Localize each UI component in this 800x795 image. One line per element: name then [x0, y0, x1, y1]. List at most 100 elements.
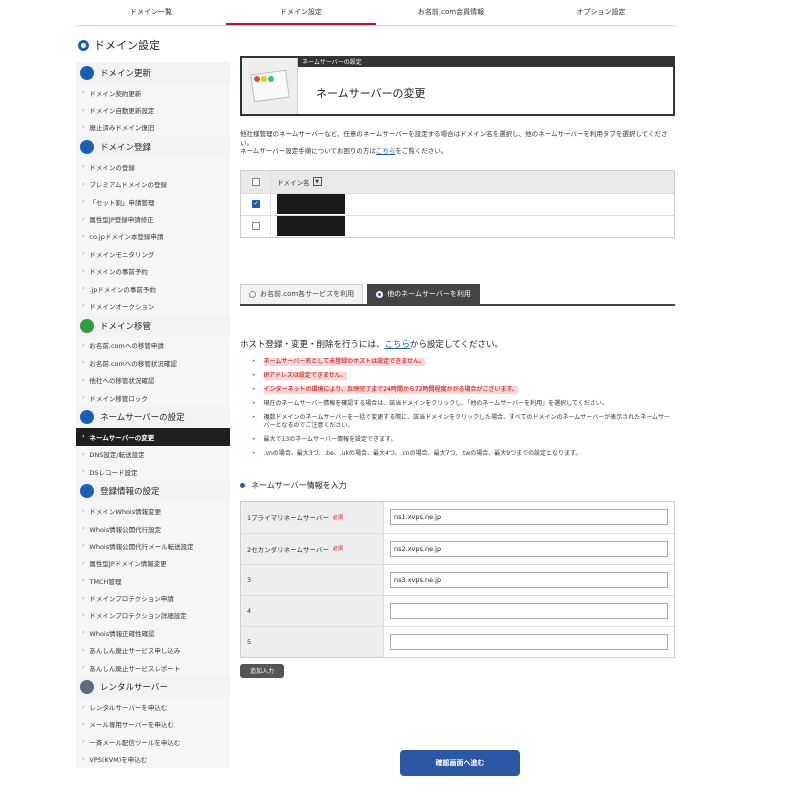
- sidebar-item[interactable]: › ネームサーバーの変更: [76, 428, 230, 446]
- nameserver-row: 2セカンダリネームサーバー 必須: [241, 532, 674, 564]
- sidebar-item[interactable]: › ドメインの事前予約: [76, 262, 230, 280]
- sidebar-group: ドメイン移管 › お名前.comへの移管申請 › お名前.comへの移管状況確認 › 他社へ…: [76, 314, 230, 407]
- table-row[interactable]: [241, 214, 674, 237]
- sidebar-item[interactable]: › メール専用サーバーを申込む: [76, 715, 230, 734]
- chevron-right-icon: ›: [82, 359, 85, 367]
- sidebar-item[interactable]: › お名前.comへの移管申請: [76, 336, 230, 355]
- chevron-right-icon: ›: [82, 123, 85, 131]
- nameserver-input[interactable]: [390, 633, 668, 650]
- table-row[interactable]: [241, 192, 674, 215]
- note-item: • .vnの場合、最大3つ、.be、.ukの場合、最大4つ、.cnの場合、最大7つ…: [252, 449, 582, 457]
- table-header: ドメイン名 ▼: [241, 170, 674, 193]
- nameserver-row: 3: [241, 563, 674, 595]
- sidebar-item[interactable]: › 属性型JP登録申請修正: [76, 210, 230, 228]
- chevron-right-icon: ›: [82, 267, 85, 275]
- chevron-right-icon: ›: [82, 163, 85, 171]
- bullet-icon: •: [252, 449, 256, 457]
- sidebar-item[interactable]: › 一斉メール配信ツールを申込む: [76, 733, 230, 751]
- bullet-icon: •: [252, 399, 256, 407]
- sidebar-item[interactable]: › Whois情報正確性確認: [76, 624, 230, 642]
- sidebar-group-heading: レンタルサーバー: [76, 676, 230, 699]
- sidebar-item[interactable]: › お名前.comへの移管状況確認: [76, 354, 230, 372]
- sidebar: ドメイン設定 ドメイン更新 › ドメイン契約更新 › ドメイン自動更新設定 › 廃止済みドメ…: [76, 36, 230, 768]
- note-item: • ネームサーバー名として未登録のホストは設定できません。: [252, 357, 425, 366]
- chevron-right-icon: ›: [82, 198, 85, 206]
- sidebar-item[interactable]: › ドメインモニタリング: [76, 245, 230, 263]
- host-settings-link[interactable]: こちら: [385, 340, 411, 350]
- nameserver-label: 4: [241, 595, 384, 626]
- tab-domain-settings[interactable]: ドメイン設定: [226, 0, 376, 25]
- nameserver-form: 1プライマリネームサーバー必須2セカンダリネームサーバー必須345: [240, 500, 675, 658]
- nameserver-input[interactable]: [390, 602, 668, 619]
- sidebar-item[interactable]: › .jpドメインの事前予約: [76, 279, 230, 298]
- add-input-button[interactable]: 追加入力: [240, 663, 284, 678]
- sidebar-item[interactable]: › ドメイン自動更新設定: [76, 101, 230, 119]
- sidebar-item[interactable]: › ドメイン移管ロック: [76, 388, 230, 407]
- main-content: ネームサーバーの設定 ネームサーバーの変更 他社様管理のネームサーバーなど、任意…: [240, 56, 675, 678]
- server-icon: [80, 410, 94, 425]
- sidebar-item[interactable]: › Whois情報公開代行設定: [76, 519, 230, 538]
- bullet-icon: •: [252, 385, 256, 393]
- sidebar-item[interactable]: › VPS(KVM)を申込む: [76, 750, 230, 768]
- redacted-domain: [277, 216, 345, 236]
- ns-section-title: ネームサーバー情報を入力: [240, 480, 675, 491]
- tab-other-nameserver[interactable]: 他のネームサーバーを利用: [367, 283, 480, 304]
- chevron-right-icon: ›: [82, 250, 85, 258]
- redacted-domain: [277, 194, 345, 214]
- sort-icon[interactable]: ▼: [312, 177, 322, 186]
- confirm-button[interactable]: 確認画面へ進む: [400, 750, 520, 776]
- bullet-icon: •: [252, 435, 256, 443]
- tab-onamae-services[interactable]: お名前.com各サービスを利用: [240, 283, 364, 304]
- sidebar-group: レンタルサーバー › レンタルサーバーを申込む › メール専用サーバーを申込む › 一斉メー…: [76, 676, 230, 768]
- bullet-icon: •: [252, 371, 256, 379]
- sidebar-item[interactable]: › ドメイン契約更新: [76, 84, 230, 102]
- sidebar-item[interactable]: › ドメインプロテクション申請: [76, 589, 230, 607]
- sidebar-item[interactable]: › DNS設定/転送設定: [76, 445, 230, 464]
- sidebar-item[interactable]: › ドメインオークション: [76, 297, 230, 315]
- sidebar-item[interactable]: › 他社への移管状況確認: [76, 371, 230, 389]
- chevron-right-icon: ›: [82, 703, 85, 711]
- plus-icon: [80, 140, 94, 155]
- tab-option-settings[interactable]: オプション設定: [526, 0, 676, 25]
- nameserver-input[interactable]: [390, 540, 668, 557]
- chevron-right-icon: ›: [82, 433, 85, 441]
- document-icon: [80, 484, 94, 499]
- refresh-icon: [80, 66, 94, 80]
- sidebar-item[interactable]: › ドメインWhois情報変更: [76, 502, 230, 520]
- tab-member-info[interactable]: お名前.com会員情報: [376, 0, 526, 25]
- note-item: • 最大で13のネームサーバー情報を設定できます。: [252, 435, 397, 443]
- sidebar-item[interactable]: › ドメインプロテクション詳細設定: [76, 606, 230, 625]
- transfer-icon: [80, 318, 94, 333]
- sidebar-item[interactable]: › 廃止済みドメイン復旧: [76, 118, 230, 137]
- row-checkbox[interactable]: [251, 200, 260, 208]
- nameserver-label: 1プライマリネームサーバー 必須: [241, 501, 384, 533]
- select-all-checkbox[interactable]: [251, 177, 260, 186]
- tab-domain-list[interactable]: ドメイン一覧: [76, 0, 226, 25]
- chevron-right-icon: ›: [82, 646, 85, 654]
- chevron-right-icon: ›: [82, 611, 85, 619]
- sidebar-item[interactable]: › レンタルサーバーを申込む: [76, 698, 230, 716]
- chevron-right-icon: ›: [82, 285, 85, 293]
- sidebar-item[interactable]: › プレミアムドメインの登録: [76, 175, 230, 193]
- sidebar-item[interactable]: › Whois情報公開代行メール転送設定: [76, 537, 230, 555]
- sidebar-item[interactable]: › co.jpドメイン本登録申請: [76, 227, 230, 246]
- bullet-icon: •: [252, 357, 256, 365]
- sidebar-item[interactable]: › DSレコード設定: [76, 463, 230, 481]
- chevron-right-icon: ›: [82, 664, 85, 672]
- help-link[interactable]: こちら: [376, 147, 396, 155]
- sidebar-item[interactable]: › 「セット割」申請管理: [76, 192, 230, 211]
- sidebar-item[interactable]: › あんしん廃止サービス申し込み: [76, 641, 230, 659]
- chevron-right-icon: ›: [82, 755, 85, 763]
- sidebar-item[interactable]: › 属性型JPドメイン情報変更: [76, 554, 230, 572]
- nameserver-input[interactable]: [390, 571, 668, 588]
- sidebar-item[interactable]: › ドメインの登録: [76, 158, 230, 176]
- row-checkbox[interactable]: [251, 222, 260, 230]
- nameserver-input[interactable]: [390, 509, 668, 525]
- sidebar-group-heading: 登録情報の設定: [76, 480, 230, 503]
- page-title: ネームサーバーの変更: [316, 87, 426, 100]
- nameserver-label: 2セカンダリネームサーバー 必須: [241, 533, 384, 564]
- bullet-icon: •: [252, 413, 256, 421]
- sidebar-item[interactable]: › あんしん廃止サービスレポート: [76, 658, 230, 677]
- sidebar-item[interactable]: › TMCH管理: [76, 571, 230, 590]
- note-item: • 複数ドメインのネームサーバーを一括で変更する際に、該当ドメインをクリックした場…: [252, 413, 671, 429]
